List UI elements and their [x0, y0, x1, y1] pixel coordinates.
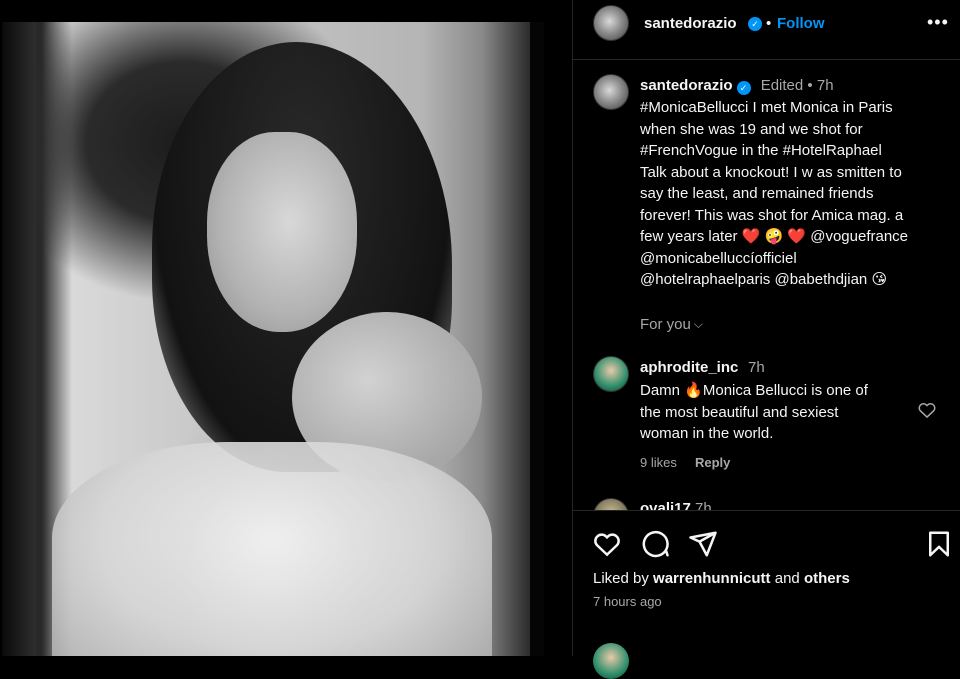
caption-text: #MonicaBellucci I met Monica in Paris wh… — [640, 97, 940, 291]
caption-line: @hotelraphaelparis @babethdjian 😘 — [640, 271, 888, 288]
photo-cloth — [52, 442, 492, 656]
caption-line: @monicabelluccíofficiel — [640, 249, 797, 267]
comment-likes[interactable]: 9 likes — [640, 455, 677, 470]
commenter-username[interactable]: aphrodite_inc — [640, 359, 738, 376]
current-user-avatar — [593, 643, 629, 679]
commenter-username[interactable]: ovali17 — [640, 500, 691, 510]
reply-button[interactable]: Reply — [695, 455, 730, 470]
follow-button[interactable]: Follow — [777, 15, 825, 32]
like-heart-icon[interactable] — [592, 529, 622, 559]
author-avatar[interactable] — [593, 5, 629, 41]
post-header: santedorazio ✓ • Follow ••• — [573, 0, 960, 60]
caption-line: Talk about a knockout! I w as smitten to — [640, 163, 902, 181]
share-paper-plane-icon[interactable] — [688, 529, 718, 559]
commenter-avatar[interactable] — [593, 356, 629, 392]
comment-like-heart-icon[interactable] — [917, 400, 937, 420]
comment-bubble-icon[interactable] — [640, 529, 670, 559]
liked-by-user[interactable]: warrenhunnicutt — [653, 570, 771, 587]
liked-by-prefix: Liked by — [593, 570, 649, 587]
post-actions: Liked by warrenhunnicutt and others 7 ho… — [573, 510, 960, 679]
comment-time: 7h — [748, 359, 765, 376]
comments-scroll-area[interactable]: santedorazio ✓ Edited • 7h #MonicaBellucc… — [573, 60, 960, 510]
photo-shadow-right — [530, 22, 544, 656]
caption-author-username[interactable]: santedorazio — [640, 77, 733, 94]
commenter-avatar[interactable] — [593, 498, 629, 510]
bookmark-icon[interactable] — [924, 529, 954, 559]
verified-badge-icon: ✓ — [748, 17, 762, 31]
comment-line: woman in the world. — [640, 425, 774, 442]
caption-time[interactable]: 7h — [817, 77, 834, 94]
post-photo[interactable] — [2, 22, 544, 656]
for-you-toggle[interactable]: For you ⌵ — [640, 316, 703, 333]
for-you-label: For you — [640, 316, 691, 333]
caption-line: say the least, and remained friends — [640, 185, 874, 202]
caption-line: #FrenchVogue in the #HotelRaphael — [640, 142, 882, 159]
comment-text: Damn 🔥Monica Bellucci is one of the most… — [640, 380, 900, 445]
chevron-down-icon: ⌵ — [693, 317, 703, 331]
caption-line: #MonicaBellucci I met Monica in Paris — [640, 99, 893, 116]
caption-author-avatar[interactable] — [593, 74, 629, 110]
liked-by-and: and — [774, 570, 800, 587]
photo-face — [207, 132, 357, 332]
comment-line: the most beautiful and sexiest — [640, 403, 839, 421]
more-options-icon[interactable]: ••• — [927, 12, 949, 33]
caption-header: santedorazio ✓ Edited • 7h — [640, 77, 834, 95]
separator-dot: • — [766, 15, 772, 32]
comment-time: 7h — [695, 500, 712, 510]
author-username[interactable]: santedorazio — [644, 15, 737, 32]
caption-line: forever! This was shot for Amica mag. a — [640, 206, 904, 224]
post-side-panel: santedorazio ✓ • Follow ••• santedorazio… — [572, 0, 960, 679]
instagram-post-modal: santedorazio ✓ • Follow ••• santedorazio… — [0, 0, 960, 679]
liked-by-others[interactable]: others — [804, 570, 850, 587]
caption-separator: • — [807, 77, 813, 94]
photo-shadow-left — [2, 22, 36, 656]
post-image-pane — [0, 0, 572, 656]
caption-line: few years later ❤️ 🤪 ❤️ @voguefrance — [640, 228, 909, 245]
comment-line: Damn 🔥Monica Bellucci is one of — [640, 382, 868, 399]
caption-line: when she was 19 and we shot for — [640, 120, 863, 138]
post-time-ago[interactable]: 7 hours ago — [593, 594, 662, 609]
liked-by-text: Liked by warrenhunnicutt and others — [593, 570, 850, 587]
verified-badge-icon: ✓ — [736, 81, 751, 95]
edited-label: Edited — [760, 77, 804, 94]
